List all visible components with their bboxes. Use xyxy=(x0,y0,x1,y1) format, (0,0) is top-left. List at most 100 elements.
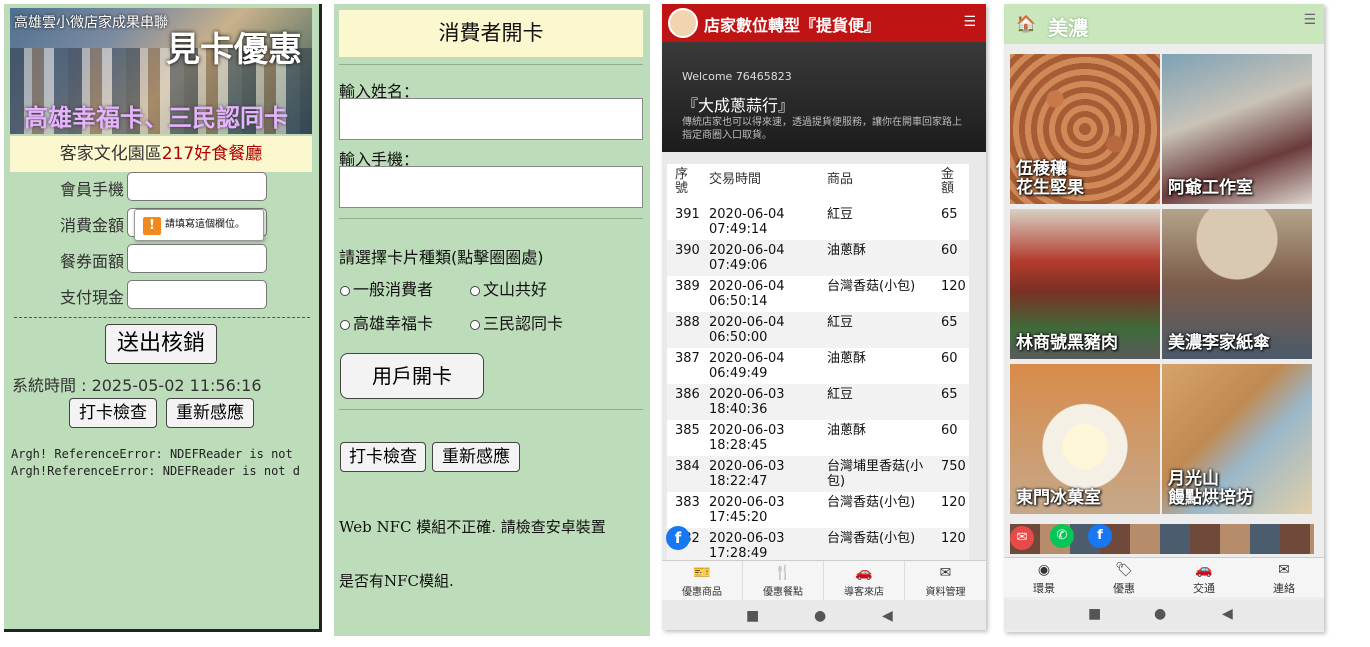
col-time: 交易時間 xyxy=(709,172,762,187)
row-id: 387 xyxy=(675,351,700,366)
table-row[interactable]: 387 60 2020-06-04 06:49:49 油蔥酥 xyxy=(667,348,969,384)
tab-label: 連絡 xyxy=(1273,582,1295,595)
menu-icon[interactable]: ☰ xyxy=(963,14,976,30)
table-row[interactable]: 386 65 2020-06-03 18:40:36 紅豆 xyxy=(667,384,969,420)
radio-general-consumer[interactable]: 一般消費者 xyxy=(340,276,433,300)
table-row[interactable]: 389 120 2020-06-04 06:50:14 台灣香菇(小包) xyxy=(667,276,969,312)
envelope-icon: ✉ xyxy=(939,565,952,581)
tab-discount-products[interactable]: 🎫 優惠商品 xyxy=(662,561,743,601)
tab-data-management[interactable]: ✉ 資料管理 xyxy=(905,561,986,601)
row-item: 紅豆 xyxy=(827,387,854,402)
name-input[interactable] xyxy=(339,98,643,140)
row-date: 2020-06-03 xyxy=(709,423,785,438)
row-id: 391 xyxy=(675,207,700,222)
cash-payment-label: 支付現金 xyxy=(59,288,124,307)
nfc-redeem-panel: 高雄雲小微店家成果串聯 見卡優惠 高雄幸福卡、三民認同卡 客家文化園區217好食… xyxy=(4,4,322,632)
col-item: 商品 xyxy=(827,172,854,187)
row-id: 384 xyxy=(675,459,700,474)
row-time: 07:49:06 xyxy=(709,258,768,273)
cash-payment-input[interactable] xyxy=(127,280,267,309)
menu-icon[interactable]: ☰ xyxy=(1303,12,1316,28)
radio-wenshan[interactable]: 文山共好 xyxy=(470,276,547,300)
error-log-line: Argh!ReferenceError: NDEFReader is not d xyxy=(11,464,300,478)
table-row[interactable]: 385 60 2020-06-03 18:28:45 油蔥酥 xyxy=(667,420,969,456)
rescan-button[interactable]: 重新感應 xyxy=(432,442,520,472)
app-title: 店家數位轉型『提貨便』 xyxy=(704,16,881,35)
row-datetime: 2020-06-03 17:45:20 xyxy=(709,495,785,525)
row-id: 389 xyxy=(675,279,700,294)
welcome-text: Welcome 76465823 xyxy=(682,70,792,83)
checkin-check-button[interactable]: 打卡檢查 xyxy=(69,398,157,428)
tile-label: 伍稜穰 花生堅果 xyxy=(1016,159,1084,198)
recent-apps-icon[interactable]: ■ xyxy=(746,608,759,624)
utensils-icon: 🍴 xyxy=(774,565,792,581)
shop-tile[interactable]: 東門冰菓室 xyxy=(1010,364,1160,514)
row-amount: 65 xyxy=(941,315,958,330)
divider xyxy=(339,409,643,410)
table-row[interactable]: 384 750 2020-06-03 18:22:47 台灣埔里香菇(小包) xyxy=(667,456,969,492)
row-datetime: 2020-06-04 06:49:49 xyxy=(709,351,785,381)
tab-guide-customers[interactable]: 🚗 導客來店 xyxy=(824,561,905,601)
mail-icon[interactable]: ✉ xyxy=(1010,526,1034,550)
line-chat-icon[interactable]: ✆ xyxy=(1050,524,1074,548)
radio-label: 三民認同卡 xyxy=(483,314,564,333)
radio-circle xyxy=(340,285,350,296)
member-phone-input[interactable] xyxy=(127,172,267,201)
checkin-check-button[interactable]: 打卡檢查 xyxy=(340,442,426,472)
banner-top-text: 高雄雲小微店家成果串聯 xyxy=(14,15,168,31)
car-icon: 🚗 xyxy=(1195,562,1213,578)
form-row-voucher: 餐券面額 xyxy=(4,244,319,274)
row-id: 388 xyxy=(675,315,700,330)
tab-discount-meals[interactable]: 🍴 優惠餐點 xyxy=(743,561,824,601)
row-date: 2020-06-04 xyxy=(709,207,785,222)
tile-label: 月光山 饅點烘培坊 xyxy=(1168,469,1253,508)
phone-input[interactable] xyxy=(339,166,643,208)
table-row[interactable]: 391 65 2020-06-04 07:49:14 紅豆 xyxy=(667,204,969,240)
radio-circle xyxy=(470,285,480,296)
radio-sanmin-card[interactable]: 三民認同卡 xyxy=(470,310,563,334)
row-id: 385 xyxy=(675,423,700,438)
row-item: 台灣香菇(小包) xyxy=(827,531,916,546)
table-row[interactable]: 383 120 2020-06-03 17:45:20 台灣香菇(小包) xyxy=(667,492,969,528)
table-row[interactable]: 388 65 2020-06-04 06:50:00 紅豆 xyxy=(667,312,969,348)
warning-icon: ! xyxy=(143,217,161,235)
facebook-icon[interactable]: f xyxy=(1088,524,1112,548)
back-icon[interactable]: ◀ xyxy=(1222,606,1233,622)
shop-tile[interactable]: 美濃李家紙傘 xyxy=(1162,209,1312,359)
shop-tile[interactable]: 月光山 饅點烘培坊 xyxy=(1162,364,1312,514)
home-icon[interactable]: ● xyxy=(814,608,826,624)
col-id: 序號 xyxy=(675,167,689,196)
voucher-value-label: 餐券面額 xyxy=(59,252,124,271)
row-date: 2020-06-04 xyxy=(709,315,785,330)
rescan-button[interactable]: 重新感應 xyxy=(166,398,254,428)
recent-apps-icon[interactable]: ■ xyxy=(1088,606,1101,622)
back-icon[interactable]: ◀ xyxy=(882,608,893,624)
voucher-value-input[interactable] xyxy=(127,244,267,273)
home-icon[interactable]: ● xyxy=(1154,606,1166,622)
radio-label: 文山共好 xyxy=(483,280,548,299)
row-time: 17:28:49 xyxy=(709,546,768,560)
shop-tile[interactable]: 伍稜穰 花生堅果 xyxy=(1010,54,1160,204)
row-date: 2020-06-03 xyxy=(709,531,785,546)
row-datetime: 2020-06-04 07:49:06 xyxy=(709,243,785,273)
tile-label: 東門冰菓室 xyxy=(1016,488,1101,508)
row-time: 17:45:20 xyxy=(709,510,768,525)
open-card-button[interactable]: 用戶開卡 xyxy=(340,353,484,399)
radio-kaohsiung-card[interactable]: 高雄幸福卡 xyxy=(340,310,433,334)
tab-panorama[interactable]: ◉ 環景 xyxy=(1004,558,1084,598)
table-row[interactable]: 3821202020-06-0317:28:49台灣香菇(小包) xyxy=(667,528,969,560)
shop-tile[interactable]: 阿爺工作室 xyxy=(1162,54,1312,204)
row-time: 06:50:14 xyxy=(709,294,768,309)
shop-tile[interactable]: 林商號黑豬肉 xyxy=(1010,209,1160,359)
tab-discount[interactable]: 🏷 優惠 xyxy=(1084,558,1164,598)
submit-redeem-button[interactable]: 送出核銷 xyxy=(105,324,217,364)
bottom-tab-bar: ◉ 環景 🏷 優惠 🚗 交通 ✉ 連絡 xyxy=(1004,557,1324,597)
tab-transport[interactable]: 🚗 交通 xyxy=(1164,558,1244,598)
facebook-icon[interactable]: f xyxy=(666,526,690,550)
row-id: 383 xyxy=(675,495,700,510)
tab-contact[interactable]: ✉ 連絡 xyxy=(1244,558,1324,598)
table-row[interactable]: 390 60 2020-06-04 07:49:06 油蔥酥 xyxy=(667,240,969,276)
row-item: 油蔥酥 xyxy=(827,243,867,258)
tab-label: 優惠商品 xyxy=(682,587,722,598)
tab-label: 環景 xyxy=(1033,582,1055,595)
